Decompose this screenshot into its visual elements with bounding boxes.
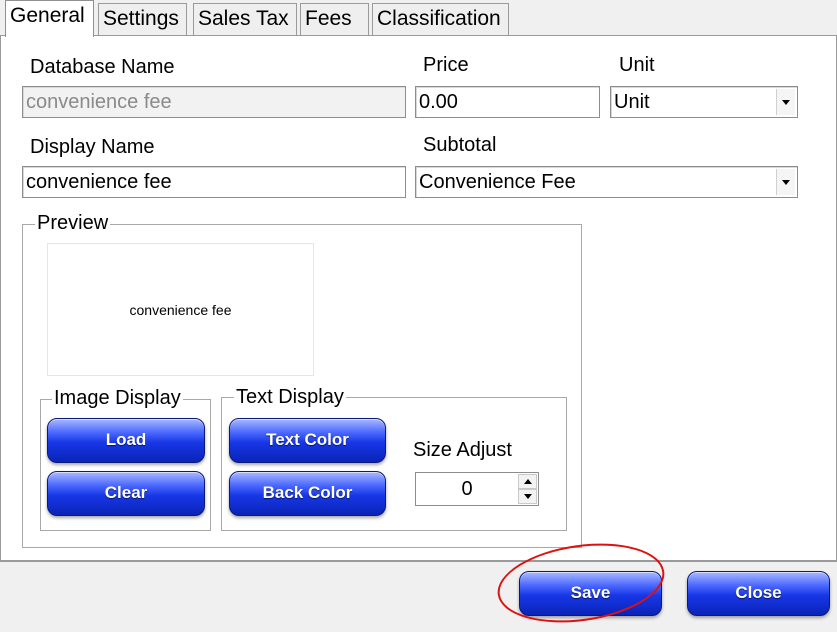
database-name-label: Database Name bbox=[30, 56, 175, 78]
image-display-legend: Image Display bbox=[52, 387, 183, 410]
unit-label: Unit bbox=[619, 54, 655, 76]
close-button[interactable]: Close bbox=[687, 571, 830, 616]
unit-select-value: Unit bbox=[614, 91, 650, 113]
price-field[interactable]: 0.00 bbox=[415, 86, 600, 118]
spin-down-icon[interactable] bbox=[518, 489, 537, 504]
clear-button[interactable]: Clear bbox=[47, 471, 205, 516]
load-button[interactable]: Load bbox=[47, 418, 205, 463]
chevron-down-icon[interactable] bbox=[776, 169, 795, 195]
display-name-field[interactable]: convenience fee bbox=[22, 166, 406, 198]
back-color-button[interactable]: Back Color bbox=[229, 471, 386, 516]
size-adjust-value[interactable]: 0 bbox=[416, 473, 518, 505]
tab-fees[interactable]: Fees bbox=[300, 3, 369, 35]
price-label: Price bbox=[423, 54, 469, 76]
subtotal-select[interactable]: Convenience Fee bbox=[415, 166, 798, 198]
unit-select[interactable]: Unit bbox=[610, 86, 798, 118]
text-display-legend: Text Display bbox=[234, 386, 346, 409]
database-name-field: convenience fee bbox=[22, 86, 406, 118]
tab-sales-tax[interactable]: Sales Tax bbox=[193, 3, 297, 35]
spinner-buttons bbox=[518, 474, 537, 504]
size-adjust-stepper[interactable]: 0 bbox=[415, 472, 539, 506]
subtotal-select-value: Convenience Fee bbox=[419, 171, 576, 193]
preview-legend: Preview bbox=[35, 212, 111, 235]
subtotal-label: Subtotal bbox=[423, 134, 497, 156]
size-adjust-label: Size Adjust bbox=[413, 439, 512, 461]
preview-box: convenience fee bbox=[47, 243, 314, 376]
tab-settings[interactable]: Settings bbox=[98, 3, 187, 35]
preview-text: convenience fee bbox=[129, 301, 232, 318]
display-name-label: Display Name bbox=[30, 136, 155, 158]
save-button[interactable]: Save bbox=[519, 571, 662, 616]
chevron-down-icon[interactable] bbox=[776, 89, 795, 115]
tab-classification[interactable]: Classification bbox=[372, 3, 509, 35]
spin-up-icon[interactable] bbox=[518, 474, 537, 489]
tab-general[interactable]: General bbox=[5, 0, 94, 37]
text-color-button[interactable]: Text Color bbox=[229, 418, 386, 463]
